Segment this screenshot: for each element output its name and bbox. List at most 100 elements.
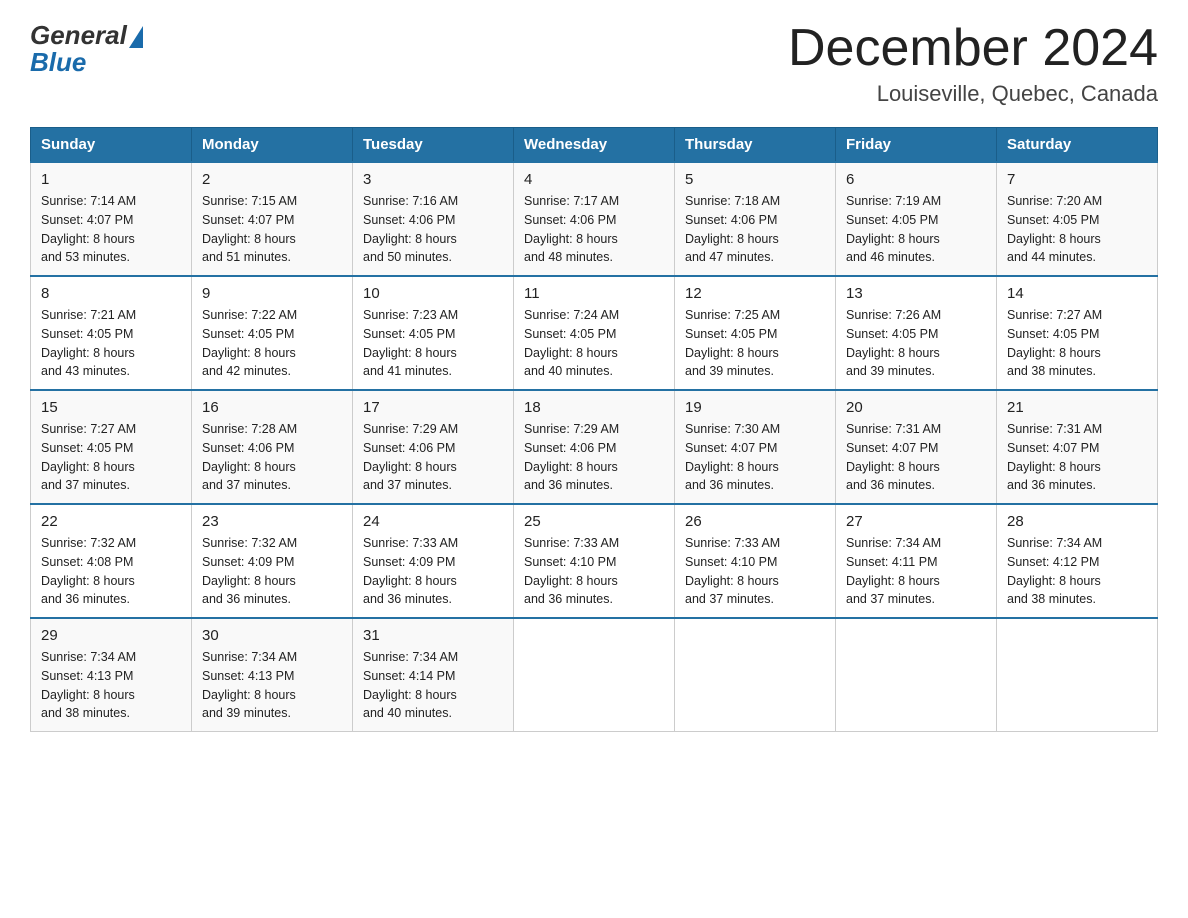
day-info: Sunrise: 7:34 AM Sunset: 4:14 PM Dayligh… bbox=[363, 648, 503, 723]
day-number: 6 bbox=[846, 171, 986, 188]
day-number: 31 bbox=[363, 627, 503, 644]
day-number: 1 bbox=[41, 171, 181, 188]
calendar-day-cell: 9 Sunrise: 7:22 AM Sunset: 4:05 PM Dayli… bbox=[192, 276, 353, 390]
day-number: 23 bbox=[202, 513, 342, 530]
day-info: Sunrise: 7:20 AM Sunset: 4:05 PM Dayligh… bbox=[1007, 192, 1147, 267]
day-number: 8 bbox=[41, 285, 181, 302]
day-number: 4 bbox=[524, 171, 664, 188]
day-number: 11 bbox=[524, 285, 664, 302]
day-number: 17 bbox=[363, 399, 503, 416]
calendar-day-cell: 18 Sunrise: 7:29 AM Sunset: 4:06 PM Dayl… bbox=[514, 390, 675, 504]
day-info: Sunrise: 7:34 AM Sunset: 4:11 PM Dayligh… bbox=[846, 534, 986, 609]
calendar-day-cell: 8 Sunrise: 7:21 AM Sunset: 4:05 PM Dayli… bbox=[31, 276, 192, 390]
calendar-week-row: 8 Sunrise: 7:21 AM Sunset: 4:05 PM Dayli… bbox=[31, 276, 1158, 390]
calendar-day-cell: 22 Sunrise: 7:32 AM Sunset: 4:08 PM Dayl… bbox=[31, 504, 192, 618]
calendar-day-cell: 11 Sunrise: 7:24 AM Sunset: 4:05 PM Dayl… bbox=[514, 276, 675, 390]
calendar-day-cell bbox=[675, 618, 836, 732]
calendar-day-cell: 10 Sunrise: 7:23 AM Sunset: 4:05 PM Dayl… bbox=[353, 276, 514, 390]
logo-triangle-icon bbox=[129, 26, 143, 48]
day-number: 15 bbox=[41, 399, 181, 416]
day-number: 30 bbox=[202, 627, 342, 644]
calendar-day-cell: 28 Sunrise: 7:34 AM Sunset: 4:12 PM Dayl… bbox=[997, 504, 1158, 618]
col-header-wednesday: Wednesday bbox=[514, 128, 675, 163]
day-info: Sunrise: 7:23 AM Sunset: 4:05 PM Dayligh… bbox=[363, 306, 503, 381]
day-info: Sunrise: 7:19 AM Sunset: 4:05 PM Dayligh… bbox=[846, 192, 986, 267]
day-info: Sunrise: 7:14 AM Sunset: 4:07 PM Dayligh… bbox=[41, 192, 181, 267]
logo-blue-text: Blue bbox=[30, 47, 86, 78]
calendar-day-cell: 20 Sunrise: 7:31 AM Sunset: 4:07 PM Dayl… bbox=[836, 390, 997, 504]
day-info: Sunrise: 7:25 AM Sunset: 4:05 PM Dayligh… bbox=[685, 306, 825, 381]
day-info: Sunrise: 7:24 AM Sunset: 4:05 PM Dayligh… bbox=[524, 306, 664, 381]
title-block: December 2024 Louiseville, Quebec, Canad… bbox=[788, 20, 1158, 107]
calendar-day-cell: 23 Sunrise: 7:32 AM Sunset: 4:09 PM Dayl… bbox=[192, 504, 353, 618]
day-info: Sunrise: 7:33 AM Sunset: 4:09 PM Dayligh… bbox=[363, 534, 503, 609]
calendar-day-cell: 17 Sunrise: 7:29 AM Sunset: 4:06 PM Dayl… bbox=[353, 390, 514, 504]
calendar-day-cell: 26 Sunrise: 7:33 AM Sunset: 4:10 PM Dayl… bbox=[675, 504, 836, 618]
day-number: 22 bbox=[41, 513, 181, 530]
day-info: Sunrise: 7:32 AM Sunset: 4:09 PM Dayligh… bbox=[202, 534, 342, 609]
day-number: 7 bbox=[1007, 171, 1147, 188]
day-info: Sunrise: 7:34 AM Sunset: 4:12 PM Dayligh… bbox=[1007, 534, 1147, 609]
day-number: 20 bbox=[846, 399, 986, 416]
month-title: December 2024 bbox=[788, 20, 1158, 77]
calendar-day-cell: 27 Sunrise: 7:34 AM Sunset: 4:11 PM Dayl… bbox=[836, 504, 997, 618]
day-number: 2 bbox=[202, 171, 342, 188]
day-info: Sunrise: 7:31 AM Sunset: 4:07 PM Dayligh… bbox=[1007, 420, 1147, 495]
day-info: Sunrise: 7:29 AM Sunset: 4:06 PM Dayligh… bbox=[363, 420, 503, 495]
calendar-day-cell bbox=[836, 618, 997, 732]
calendar-day-cell: 2 Sunrise: 7:15 AM Sunset: 4:07 PM Dayli… bbox=[192, 162, 353, 276]
col-header-saturday: Saturday bbox=[997, 128, 1158, 163]
day-info: Sunrise: 7:28 AM Sunset: 4:06 PM Dayligh… bbox=[202, 420, 342, 495]
day-number: 21 bbox=[1007, 399, 1147, 416]
day-number: 16 bbox=[202, 399, 342, 416]
calendar-day-cell: 21 Sunrise: 7:31 AM Sunset: 4:07 PM Dayl… bbox=[997, 390, 1158, 504]
calendar-day-cell: 15 Sunrise: 7:27 AM Sunset: 4:05 PM Dayl… bbox=[31, 390, 192, 504]
day-number: 29 bbox=[41, 627, 181, 644]
day-number: 9 bbox=[202, 285, 342, 302]
calendar-day-cell: 12 Sunrise: 7:25 AM Sunset: 4:05 PM Dayl… bbox=[675, 276, 836, 390]
day-info: Sunrise: 7:15 AM Sunset: 4:07 PM Dayligh… bbox=[202, 192, 342, 267]
day-number: 3 bbox=[363, 171, 503, 188]
calendar-day-cell: 1 Sunrise: 7:14 AM Sunset: 4:07 PM Dayli… bbox=[31, 162, 192, 276]
col-header-sunday: Sunday bbox=[31, 128, 192, 163]
day-number: 24 bbox=[363, 513, 503, 530]
location-subtitle: Louiseville, Quebec, Canada bbox=[788, 81, 1158, 107]
col-header-friday: Friday bbox=[836, 128, 997, 163]
day-number: 14 bbox=[1007, 285, 1147, 302]
calendar-day-cell: 19 Sunrise: 7:30 AM Sunset: 4:07 PM Dayl… bbox=[675, 390, 836, 504]
day-info: Sunrise: 7:31 AM Sunset: 4:07 PM Dayligh… bbox=[846, 420, 986, 495]
day-info: Sunrise: 7:22 AM Sunset: 4:05 PM Dayligh… bbox=[202, 306, 342, 381]
day-number: 12 bbox=[685, 285, 825, 302]
page-header: General Blue December 2024 Louiseville, … bbox=[30, 20, 1158, 107]
calendar-day-cell: 13 Sunrise: 7:26 AM Sunset: 4:05 PM Dayl… bbox=[836, 276, 997, 390]
calendar-day-cell: 4 Sunrise: 7:17 AM Sunset: 4:06 PM Dayli… bbox=[514, 162, 675, 276]
day-info: Sunrise: 7:27 AM Sunset: 4:05 PM Dayligh… bbox=[1007, 306, 1147, 381]
col-header-monday: Monday bbox=[192, 128, 353, 163]
calendar-day-cell: 24 Sunrise: 7:33 AM Sunset: 4:09 PM Dayl… bbox=[353, 504, 514, 618]
day-info: Sunrise: 7:33 AM Sunset: 4:10 PM Dayligh… bbox=[685, 534, 825, 609]
day-info: Sunrise: 7:27 AM Sunset: 4:05 PM Dayligh… bbox=[41, 420, 181, 495]
day-number: 19 bbox=[685, 399, 825, 416]
day-info: Sunrise: 7:34 AM Sunset: 4:13 PM Dayligh… bbox=[41, 648, 181, 723]
col-header-tuesday: Tuesday bbox=[353, 128, 514, 163]
calendar-week-row: 1 Sunrise: 7:14 AM Sunset: 4:07 PM Dayli… bbox=[31, 162, 1158, 276]
day-info: Sunrise: 7:26 AM Sunset: 4:05 PM Dayligh… bbox=[846, 306, 986, 381]
day-info: Sunrise: 7:16 AM Sunset: 4:06 PM Dayligh… bbox=[363, 192, 503, 267]
day-info: Sunrise: 7:29 AM Sunset: 4:06 PM Dayligh… bbox=[524, 420, 664, 495]
day-info: Sunrise: 7:33 AM Sunset: 4:10 PM Dayligh… bbox=[524, 534, 664, 609]
day-number: 5 bbox=[685, 171, 825, 188]
calendar-day-cell: 5 Sunrise: 7:18 AM Sunset: 4:06 PM Dayli… bbox=[675, 162, 836, 276]
calendar-day-cell: 29 Sunrise: 7:34 AM Sunset: 4:13 PM Dayl… bbox=[31, 618, 192, 732]
calendar-day-cell bbox=[997, 618, 1158, 732]
calendar-header-row: SundayMondayTuesdayWednesdayThursdayFrid… bbox=[31, 128, 1158, 163]
calendar-day-cell: 14 Sunrise: 7:27 AM Sunset: 4:05 PM Dayl… bbox=[997, 276, 1158, 390]
day-number: 27 bbox=[846, 513, 986, 530]
col-header-thursday: Thursday bbox=[675, 128, 836, 163]
day-info: Sunrise: 7:32 AM Sunset: 4:08 PM Dayligh… bbox=[41, 534, 181, 609]
day-info: Sunrise: 7:21 AM Sunset: 4:05 PM Dayligh… bbox=[41, 306, 181, 381]
day-number: 26 bbox=[685, 513, 825, 530]
calendar-day-cell: 3 Sunrise: 7:16 AM Sunset: 4:06 PM Dayli… bbox=[353, 162, 514, 276]
day-number: 25 bbox=[524, 513, 664, 530]
calendar-day-cell: 7 Sunrise: 7:20 AM Sunset: 4:05 PM Dayli… bbox=[997, 162, 1158, 276]
calendar-day-cell: 25 Sunrise: 7:33 AM Sunset: 4:10 PM Dayl… bbox=[514, 504, 675, 618]
